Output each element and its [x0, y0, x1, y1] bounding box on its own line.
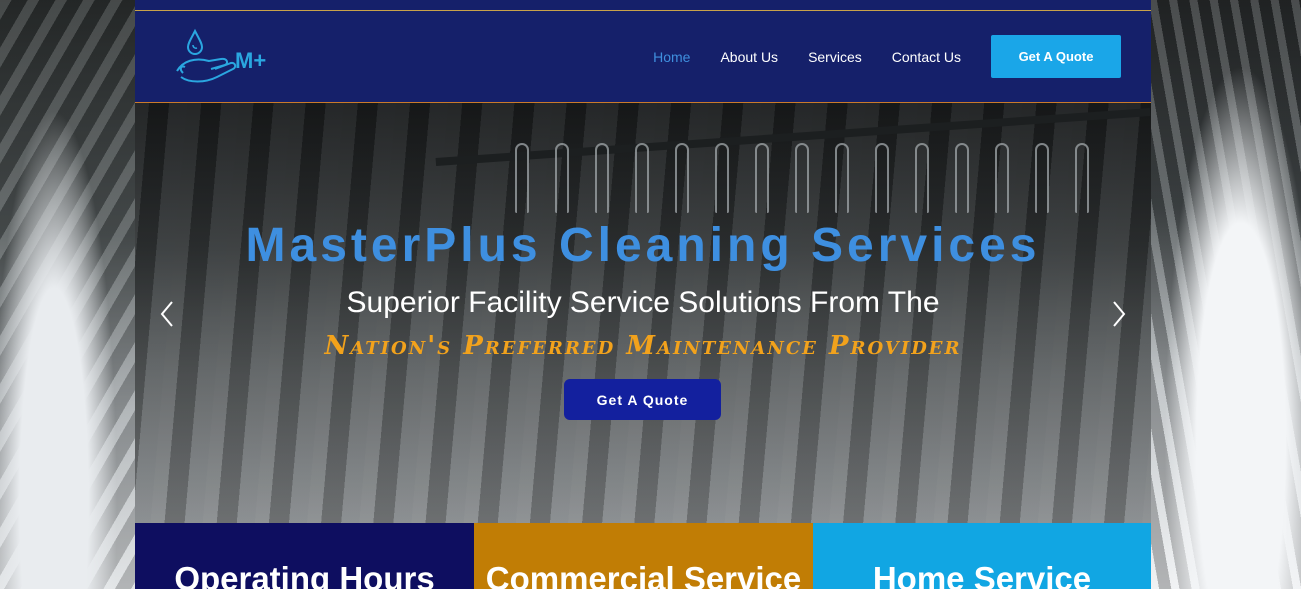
- page-container: M+ Home About Us Services Contact Us Get…: [135, 0, 1151, 589]
- feature-title: Home Service: [872, 560, 1092, 589]
- feature-commercial-service[interactable]: Commercial Service: [474, 523, 813, 589]
- slider-prev-arrow[interactable]: [155, 299, 179, 329]
- feature-title: Operating Hours: [174, 560, 435, 589]
- main-nav: Home About Us Services Contact Us Get A …: [623, 35, 1121, 78]
- hero-subtitle: Superior Facility Service Solutions From…: [346, 286, 940, 319]
- hanger: [1075, 143, 1089, 213]
- hero-title: MasterPlus Cleaning Services: [245, 219, 1041, 272]
- nav-home[interactable]: Home: [653, 49, 690, 65]
- top-bar: [135, 0, 1151, 11]
- site-logo[interactable]: M+: [171, 27, 281, 87]
- hanger: [875, 143, 889, 213]
- hanger: [755, 143, 769, 213]
- hanger: [715, 143, 729, 213]
- feature-title: Commercial Service: [485, 560, 802, 589]
- nav-about-us[interactable]: About Us: [720, 49, 778, 65]
- hero-get-quote-button[interactable]: Get A Quote: [564, 379, 721, 420]
- hanger: [795, 143, 809, 213]
- droplet-hands-icon: [176, 28, 237, 82]
- feature-operating-hours[interactable]: Operating Hours: [135, 523, 474, 589]
- slider-next-arrow[interactable]: [1107, 299, 1131, 329]
- hanger: [1035, 143, 1049, 213]
- hanger: [955, 143, 969, 213]
- feature-home-service[interactable]: Home Service: [813, 523, 1151, 589]
- hanger: [835, 143, 849, 213]
- hanger: [635, 143, 649, 213]
- nav-contact-us[interactable]: Contact Us: [892, 49, 961, 65]
- hanger: [595, 143, 609, 213]
- hero-tagline: Nation's Preferred Maintenance Provider: [324, 331, 962, 361]
- hanger: [555, 143, 569, 213]
- logo-text: M+: [235, 47, 267, 73]
- hanger: [515, 143, 529, 213]
- header-get-quote-button[interactable]: Get A Quote: [991, 35, 1121, 78]
- background-left: [0, 0, 135, 589]
- hanger: [915, 143, 929, 213]
- nav-services[interactable]: Services: [808, 49, 862, 65]
- chevron-left-icon: [160, 301, 173, 327]
- chevron-right-icon: [1113, 301, 1126, 327]
- site-header: M+ Home About Us Services Contact Us Get…: [135, 11, 1151, 103]
- hanger: [675, 143, 689, 213]
- hero-slider: MasterPlus Cleaning Services Superior Fa…: [135, 103, 1151, 523]
- feature-boxes: Operating Hours Commercial Service Home …: [135, 523, 1151, 589]
- background-right: [1151, 0, 1301, 589]
- hanger: [995, 143, 1009, 213]
